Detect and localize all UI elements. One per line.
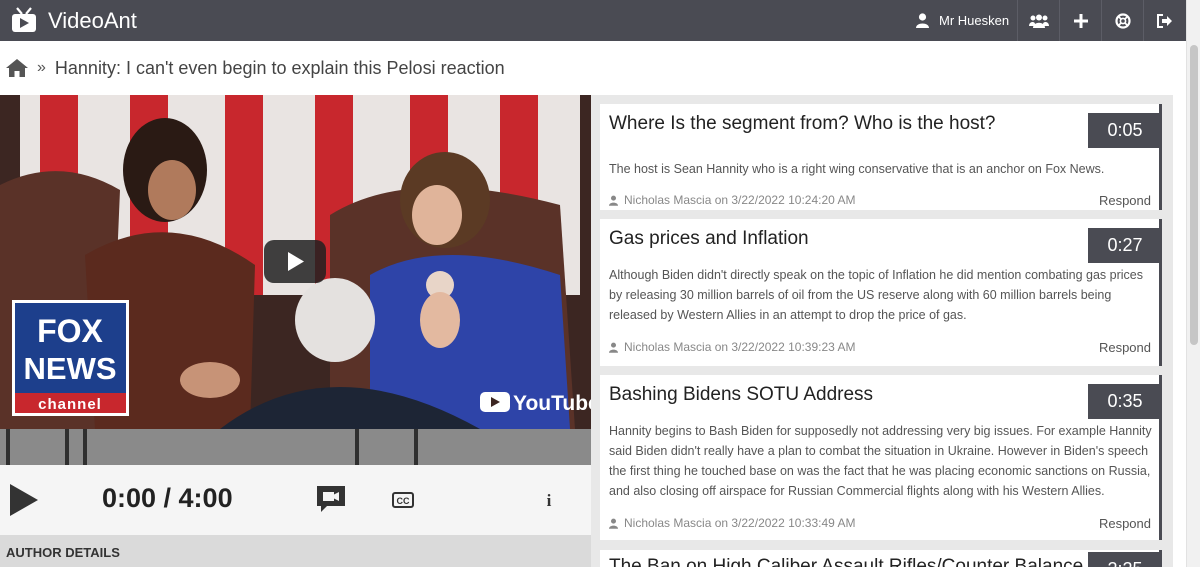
home-icon[interactable] bbox=[6, 59, 28, 77]
user-name: Mr Huesken bbox=[939, 13, 1010, 28]
videoant-logo-icon[interactable] bbox=[10, 6, 38, 34]
annotation-card[interactable]: Bashing Bidens SOTU Address 0:35 Hannity… bbox=[600, 375, 1162, 540]
annotation-timestamp[interactable]: 2:25 bbox=[1088, 552, 1162, 567]
user-icon bbox=[916, 13, 929, 28]
top-navbar: VideoAnt Mr Huesken bbox=[0, 0, 1186, 41]
video-player[interactable]: FOX NEWS channel YouTube bbox=[0, 95, 591, 429]
annotation-card[interactable]: Where Is the segment from? Who is the ho… bbox=[600, 104, 1162, 210]
annotation-title: The Ban on High Caliber Assault Rifles/C… bbox=[609, 556, 1084, 567]
user-icon bbox=[609, 195, 618, 206]
groups-icon bbox=[1028, 14, 1049, 28]
info-icon[interactable]: i bbox=[543, 491, 555, 509]
scrollbar-thumb[interactable] bbox=[1190, 45, 1198, 345]
annotation-body: The host is Sean Hannity who is a right … bbox=[609, 162, 1105, 176]
player-controls: 0:00 / 4:00 CC i bbox=[0, 465, 591, 535]
cc-label: CC bbox=[397, 496, 410, 506]
add-button[interactable] bbox=[1059, 0, 1101, 41]
closed-captions-icon[interactable]: CC bbox=[392, 492, 414, 508]
annotation-author: Nicholas Mascia on 3/22/2022 10:33:49 AM bbox=[609, 516, 855, 530]
user-menu[interactable]: Mr Huesken bbox=[916, 0, 1009, 41]
timeline-marker[interactable] bbox=[65, 429, 69, 465]
page-title: Hannity: I can't even begin to explain t… bbox=[54, 57, 505, 78]
channel-logo-text: channel bbox=[38, 396, 102, 413]
annotation-timestamp[interactable]: 0:35 bbox=[1088, 384, 1162, 419]
annotation-author-line: Nicholas Mascia on 3/22/2022 10:24:20 AM bbox=[624, 193, 856, 207]
author-details-header[interactable]: AUTHOR DETAILS bbox=[0, 535, 591, 567]
annotation-timeline[interactable] bbox=[0, 429, 591, 465]
annotation-timestamp[interactable]: 0:27 bbox=[1088, 228, 1162, 263]
brand-name[interactable]: VideoAnt bbox=[48, 8, 137, 34]
help-icon bbox=[1114, 12, 1131, 29]
annotation-body: Although Biden didn't directly speak on … bbox=[609, 268, 1143, 322]
author-details-label: AUTHOR DETAILS bbox=[6, 545, 120, 560]
video-thumbnail: FOX NEWS channel YouTube bbox=[0, 95, 591, 429]
timeline-marker[interactable] bbox=[5, 429, 10, 465]
breadcrumb: » Hannity: I can't even begin to explain… bbox=[6, 54, 505, 82]
annotation-title: Gas prices and Inflation bbox=[609, 228, 809, 249]
user-icon bbox=[609, 342, 618, 353]
help-button[interactable] bbox=[1101, 0, 1143, 41]
logout-icon bbox=[1157, 13, 1172, 28]
info-label: i bbox=[547, 491, 552, 509]
respond-link[interactable]: Respond bbox=[1099, 516, 1151, 531]
respond-link[interactable]: Respond bbox=[1099, 193, 1151, 208]
annotation-list: Where Is the segment from? Who is the ho… bbox=[591, 95, 1173, 567]
youtube-watermark: YouTube bbox=[513, 392, 591, 415]
comment-video-icon[interactable] bbox=[315, 484, 347, 514]
user-icon bbox=[609, 518, 618, 529]
annotation-author-line: Nicholas Mascia on 3/22/2022 10:33:49 AM bbox=[624, 516, 856, 530]
news-logo-text: NEWS bbox=[24, 351, 117, 386]
annotation-author: Nicholas Mascia on 3/22/2022 10:39:23 AM bbox=[609, 340, 855, 354]
breadcrumb-separator: » bbox=[37, 59, 46, 76]
annotation-card[interactable]: The Ban on High Caliber Assault Rifles/C… bbox=[600, 550, 1162, 567]
groups-button[interactable] bbox=[1017, 0, 1059, 41]
logout-button[interactable] bbox=[1143, 0, 1185, 41]
annotation-author: Nicholas Mascia on 3/22/2022 10:24:20 AM bbox=[609, 193, 855, 207]
timeline-marker[interactable] bbox=[82, 429, 87, 465]
play-icon[interactable] bbox=[10, 484, 38, 516]
page-scrollbar[interactable] bbox=[1186, 0, 1200, 567]
annotation-title: Where Is the segment from? Who is the ho… bbox=[609, 113, 996, 134]
timeline-marker[interactable] bbox=[354, 429, 359, 465]
fox-logo-text: FOX bbox=[37, 313, 103, 349]
annotation-timestamp[interactable]: 0:05 bbox=[1088, 113, 1162, 148]
annotation-body: Hannity begins to Bash Biden for suppose… bbox=[609, 424, 1152, 498]
annotation-card[interactable]: Gas prices and Inflation 0:27 Although B… bbox=[600, 219, 1162, 366]
respond-link[interactable]: Respond bbox=[1099, 340, 1151, 355]
timeline-marker[interactable] bbox=[413, 429, 418, 465]
annotation-author-line: Nicholas Mascia on 3/22/2022 10:39:23 AM bbox=[624, 340, 856, 354]
plus-icon bbox=[1073, 13, 1088, 28]
time-display: 0:00 / 4:00 bbox=[102, 483, 233, 513]
annotation-title: Bashing Bidens SOTU Address bbox=[609, 384, 874, 405]
